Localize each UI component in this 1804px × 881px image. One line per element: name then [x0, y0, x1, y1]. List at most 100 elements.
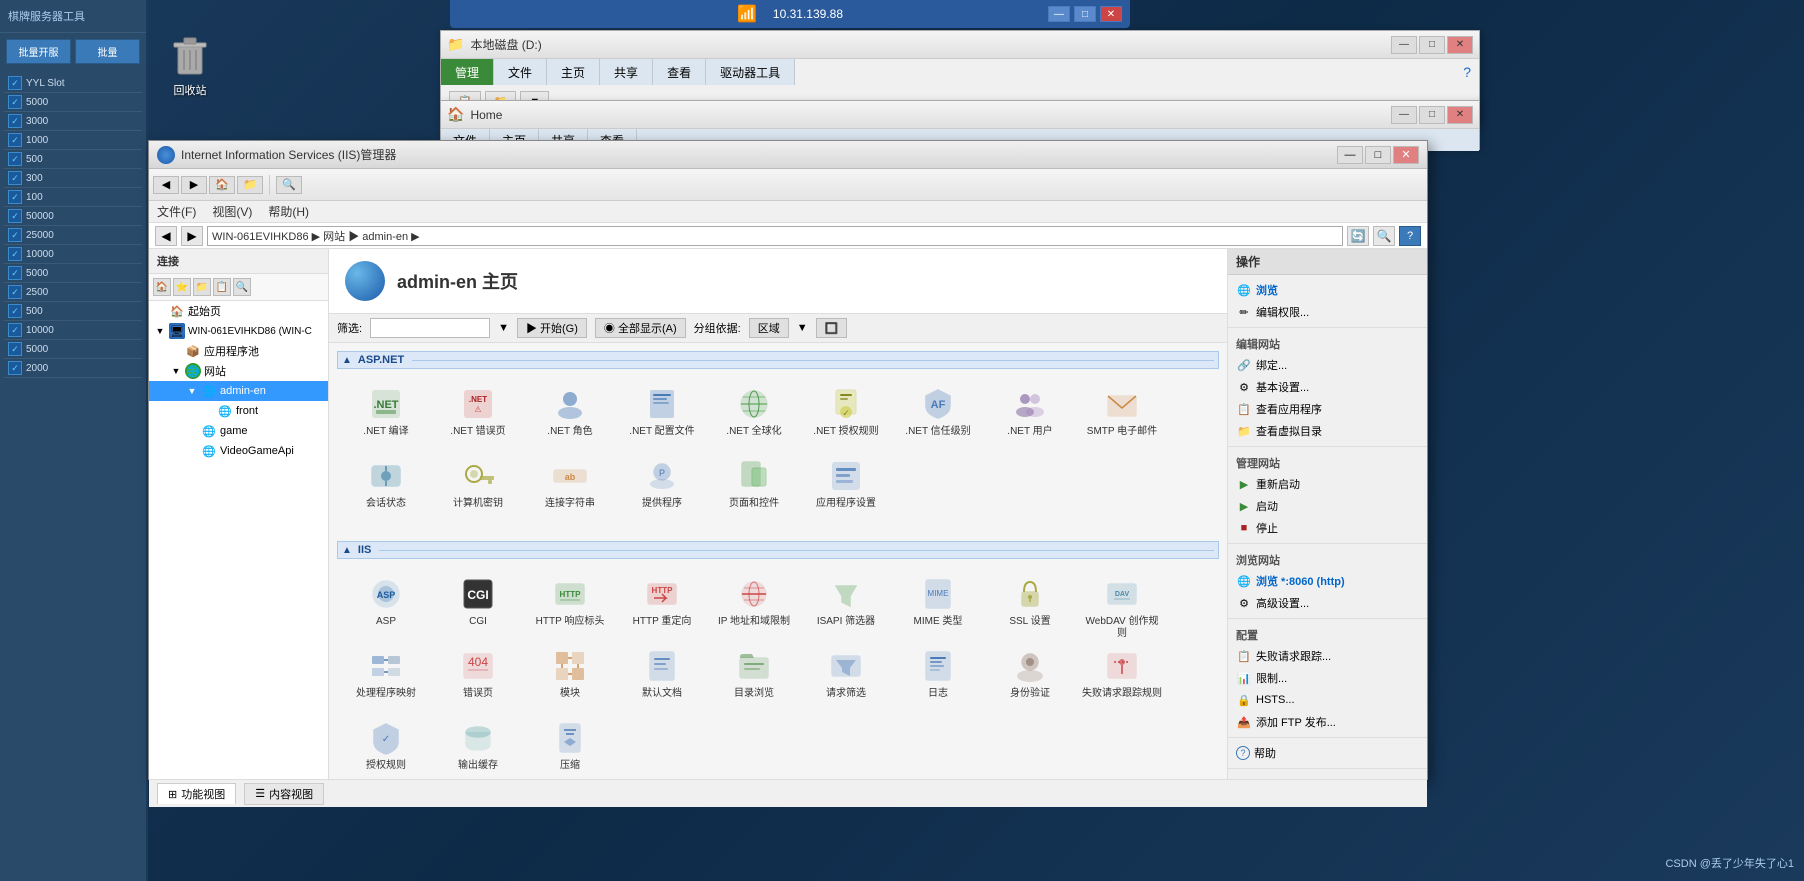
iis-search-btn[interactable]: 🔍 [1373, 226, 1395, 246]
tab-manage[interactable]: 管理 [441, 59, 494, 85]
icon-logging[interactable]: 日志 [893, 641, 983, 711]
icon-output-cache[interactable]: 输出缓存 [433, 713, 523, 779]
action-stop[interactable]: ■ 停止 [1228, 517, 1427, 539]
slot-item[interactable]: ✓ 5000 [4, 340, 142, 359]
toolbar-btn-5[interactable]: 🔍 [276, 176, 302, 194]
icon-net-roles[interactable]: .NET 角色 [525, 379, 615, 449]
slot-item[interactable]: ✓ 50000 [4, 207, 142, 226]
tab-function-view[interactable]: ⊞ 功能视图 [157, 783, 236, 804]
tree-btn-1[interactable]: 🏠 [153, 278, 171, 296]
slot-checkbox[interactable]: ✓ [8, 171, 22, 185]
icon-handler-mappings[interactable]: 处理程序映射 [341, 641, 431, 711]
rdp-close-btn[interactable]: ✕ [1100, 6, 1122, 22]
iis-help-btn[interactable]: ? [1399, 226, 1421, 246]
icon-default-doc[interactable]: 默认文档 [617, 641, 707, 711]
action-view-virtual[interactable]: 📁 查看虚拟目录 [1228, 420, 1427, 442]
icon-isapi-filter[interactable]: ISAPI 筛选器 [801, 569, 891, 639]
icon-net-profile[interactable]: .NET 配置文件 [617, 379, 707, 449]
icon-authentication[interactable]: 身份验证 [985, 641, 1075, 711]
icon-http-headers[interactable]: HTTP HTTP 响应标头 [525, 569, 615, 639]
icon-dir-browse[interactable]: 目录浏览 [709, 641, 799, 711]
slot-checkbox[interactable]: ✓ [8, 304, 22, 318]
tree-admin-en[interactable]: ▼ 🌐 admin-en [149, 381, 328, 401]
action-view-apps[interactable]: 📋 查看应用程序 [1228, 398, 1427, 420]
iis-refresh-btn[interactable]: 🔄 [1347, 226, 1369, 246]
aspnet-header[interactable]: ▲ ASP.NET [337, 351, 1219, 369]
icon-net-compile[interactable]: .NET .NET 编译 [341, 379, 431, 449]
icon-error-pages[interactable]: 404 错误页 [433, 641, 523, 711]
tree-game[interactable]: 🌐 game [149, 421, 328, 441]
tree-server[interactable]: ▼ 🖥 WIN-061EVIHKD86 (WIN-C [149, 321, 328, 341]
slot-checkbox[interactable]: ✓ [8, 190, 22, 204]
menu-view[interactable]: 视图(V) [212, 203, 252, 220]
menu-file[interactable]: 文件(F) [157, 203, 196, 220]
slot-item[interactable]: ✓ 3000 [4, 112, 142, 131]
icon-http-redirect[interactable]: HTTP HTTP 重定向 [617, 569, 707, 639]
slot-checkbox[interactable]: ✓ [8, 76, 22, 90]
action-help[interactable]: ? 帮助 [1228, 742, 1427, 764]
action-advanced-settings[interactable]: ⚙ 高级设置... [1228, 592, 1427, 614]
fe-maximize-btn[interactable]: □ [1419, 36, 1445, 54]
iis-address-input[interactable]: WIN-061EVIHKD86 ▶ 网站 ▶ admin-en ▶ [207, 226, 1343, 246]
icon-pages-controls[interactable]: 页面和控件 [709, 451, 799, 521]
action-browse-8060[interactable]: 🌐 浏览 *:8060 (http) [1228, 570, 1427, 592]
icon-smtp[interactable]: SMTP 电子邮件 [1077, 379, 1167, 449]
slot-item[interactable]: ✓ 2000 [4, 359, 142, 378]
slot-checkbox[interactable]: ✓ [8, 133, 22, 147]
slot-checkbox[interactable]: ✓ [8, 342, 22, 356]
iis-forward-btn[interactable]: ▶ [181, 226, 203, 246]
iis-back-btn[interactable]: ◀ [155, 226, 177, 246]
icon-machine-key[interactable]: 计算机密钥 [433, 451, 523, 521]
icon-webdav[interactable]: DAV WebDAV 创作规则 [1077, 569, 1167, 639]
iis-maximize-btn[interactable]: □ [1365, 146, 1391, 164]
icon-cgi[interactable]: CGI CGI [433, 569, 523, 639]
tab-driver-tools[interactable]: 驱动器工具 [706, 59, 795, 85]
slot-item[interactable]: ✓ 500 [4, 302, 142, 321]
iis-section-header[interactable]: ▲ IIS [337, 541, 1219, 559]
filter-area-btn[interactable]: 区域 [749, 318, 789, 338]
slot-item[interactable]: ✓ 2500 [4, 283, 142, 302]
action-add-ftp[interactable]: 📤 添加 FTP 发布... [1228, 711, 1427, 733]
icon-modules[interactable]: 模块 [525, 641, 615, 711]
icon-net-globalization[interactable]: .NET 全球化 [709, 379, 799, 449]
fe2-close-btn[interactable]: ✕ [1447, 106, 1473, 124]
slot-checkbox[interactable]: ✓ [8, 361, 22, 375]
tree-btn-5[interactable]: 🔍 [233, 278, 251, 296]
toolbar-btn-3[interactable]: 🏠 [209, 176, 235, 194]
icon-ssl[interactable]: SSL 设置 [985, 569, 1075, 639]
fe2-maximize-btn[interactable]: □ [1419, 106, 1445, 124]
icon-app-settings[interactable]: 应用程序设置 [801, 451, 891, 521]
icon-net-auth-rules[interactable]: ✓ .NET 授权规则 [801, 379, 891, 449]
slot-checkbox[interactable]: ✓ [8, 95, 22, 109]
toolbar-btn-4[interactable]: 📁 [237, 176, 263, 194]
fe2-minimize-btn[interactable]: — [1391, 106, 1417, 124]
tree-btn-2[interactable]: ⭐ [173, 278, 191, 296]
iis-close-btn[interactable]: ✕ [1393, 146, 1419, 164]
slot-checkbox[interactable]: ✓ [8, 323, 22, 337]
tree-front[interactable]: 🌐 front [149, 401, 328, 421]
slot-item[interactable]: ✓ 300 [4, 169, 142, 188]
tree-video-game-api[interactable]: 🌐 VideoGameApi [149, 441, 328, 461]
icon-net-errors[interactable]: .NET ⚠ .NET 错误页 [433, 379, 523, 449]
icon-request-filter[interactable]: 请求筛选 [801, 641, 891, 711]
tab-view[interactable]: 查看 [653, 59, 706, 85]
tab-home[interactable]: 主页 [547, 59, 600, 85]
toolbar-btn-2[interactable]: ▶ [181, 176, 207, 194]
slot-item[interactable]: ✓ 1000 [4, 131, 142, 150]
slot-item[interactable]: ✓ 10000 [4, 321, 142, 340]
icon-net-trust[interactable]: AF .NET 信任级别 [893, 379, 983, 449]
tab-file[interactable]: 文件 [494, 59, 547, 85]
filter-show-all-btn[interactable]: ◉ 全部显示(A) [595, 318, 686, 338]
icon-auth-rules[interactable]: ✓ 授权规则 [341, 713, 431, 779]
tab-content-view[interactable]: ☰ 内容视图 [244, 783, 324, 805]
slot-checkbox[interactable]: ✓ [8, 247, 22, 261]
slot-checkbox[interactable]: ✓ [8, 228, 22, 242]
fe-close-btn[interactable]: ✕ [1447, 36, 1473, 54]
rdp-minimize-btn[interactable]: — [1048, 6, 1070, 22]
tree-btn-4[interactable]: 📋 [213, 278, 231, 296]
slot-checkbox[interactable]: ✓ [8, 114, 22, 128]
slot-checkbox[interactable]: ✓ [8, 209, 22, 223]
icon-conn-strings[interactable]: ab 连接字符串 [525, 451, 615, 521]
slot-item[interactable]: ✓ 500 [4, 150, 142, 169]
slot-checkbox[interactable]: ✓ [8, 266, 22, 280]
